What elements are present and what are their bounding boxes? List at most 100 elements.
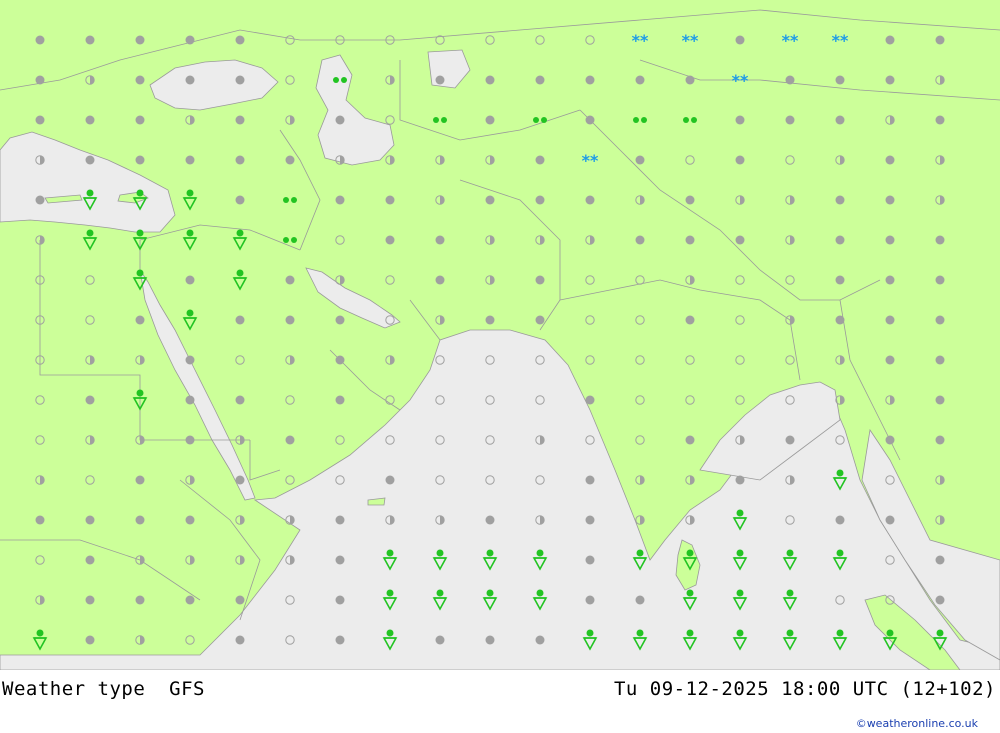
overcast-symbol — [885, 315, 895, 325]
overcast-symbol — [335, 595, 345, 605]
overcast-symbol — [885, 355, 895, 365]
overcast-symbol — [335, 555, 345, 565]
rain-symbol — [291, 237, 297, 243]
rain-symbol — [691, 117, 697, 123]
overcast-symbol — [835, 315, 845, 325]
weather-map: ** ** ** ** ** ** — [0, 0, 1000, 670]
overcast-symbol — [885, 75, 895, 85]
overcast-symbol — [235, 75, 245, 85]
rain-symbol — [683, 117, 689, 123]
rain-symbol — [283, 197, 289, 203]
overcast-symbol — [135, 475, 145, 485]
overcast-symbol — [185, 35, 195, 45]
overcast-symbol — [185, 435, 195, 445]
overcast-symbol — [935, 115, 945, 125]
overcast-symbol — [685, 195, 695, 205]
overcast-symbol — [735, 475, 745, 485]
rain-symbol — [341, 77, 347, 83]
overcast-symbol — [785, 75, 795, 85]
overcast-symbol — [535, 315, 545, 325]
overcast-symbol — [235, 155, 245, 165]
overcast-symbol — [385, 195, 395, 205]
overcast-symbol — [385, 235, 395, 245]
snow-symbol: ** — [782, 31, 799, 50]
overcast-symbol — [235, 115, 245, 125]
overcast-symbol — [635, 75, 645, 85]
overcast-symbol — [735, 155, 745, 165]
overcast-symbol — [235, 635, 245, 645]
overcast-symbol — [535, 275, 545, 285]
overcast-symbol — [435, 75, 445, 85]
product-label: Weather type — [2, 678, 146, 700]
overcast-symbol — [85, 115, 95, 125]
snow-symbol: ** — [682, 31, 699, 50]
overcast-symbol — [135, 75, 145, 85]
overcast-symbol — [835, 75, 845, 85]
snow-symbol: ** — [632, 31, 649, 50]
overcast-symbol — [735, 115, 745, 125]
overcast-symbol — [585, 195, 595, 205]
overcast-symbol — [935, 435, 945, 445]
overcast-symbol — [85, 395, 95, 405]
overcast-symbol — [585, 475, 595, 485]
overcast-symbol — [885, 35, 895, 45]
overcast-symbol — [585, 115, 595, 125]
overcast-symbol — [135, 315, 145, 325]
rain-symbol — [283, 237, 289, 243]
overcast-symbol — [535, 155, 545, 165]
overcast-symbol — [185, 595, 195, 605]
credit-link[interactable]: ©weatheronline.co.uk — [856, 717, 978, 730]
overcast-symbol — [485, 75, 495, 85]
overcast-symbol — [935, 235, 945, 245]
rain-symbol — [633, 117, 639, 123]
overcast-symbol — [885, 435, 895, 445]
rain-symbol — [433, 117, 439, 123]
overcast-symbol — [835, 515, 845, 525]
overcast-symbol — [735, 235, 745, 245]
overcast-symbol — [335, 355, 345, 365]
rain-symbol — [333, 77, 339, 83]
overcast-symbol — [685, 235, 695, 245]
overcast-symbol — [735, 35, 745, 45]
overcast-symbol — [435, 635, 445, 645]
overcast-symbol — [35, 75, 45, 85]
overcast-symbol — [85, 595, 95, 605]
overcast-symbol — [135, 595, 145, 605]
overcast-symbol — [235, 395, 245, 405]
overcast-symbol — [185, 275, 195, 285]
overcast-symbol — [685, 435, 695, 445]
overcast-symbol — [185, 155, 195, 165]
overcast-symbol — [385, 475, 395, 485]
rain-symbol — [541, 117, 547, 123]
overcast-symbol — [635, 595, 645, 605]
overcast-symbol — [235, 35, 245, 45]
overcast-symbol — [685, 75, 695, 85]
overcast-symbol — [585, 555, 595, 565]
overcast-symbol — [335, 395, 345, 405]
overcast-symbol — [635, 155, 645, 165]
overcast-symbol — [885, 195, 895, 205]
rain-symbol — [441, 117, 447, 123]
overcast-symbol — [335, 515, 345, 525]
overcast-symbol — [185, 515, 195, 525]
overcast-symbol — [85, 555, 95, 565]
overcast-symbol — [185, 395, 195, 405]
overcast-symbol — [835, 235, 845, 245]
map-canvas: ** ** ** ** ** ** — [0, 0, 1000, 670]
overcast-symbol — [785, 435, 795, 445]
overcast-symbol — [485, 515, 495, 525]
overcast-symbol — [485, 115, 495, 125]
overcast-symbol — [235, 595, 245, 605]
rain-symbol — [641, 117, 647, 123]
overcast-symbol — [585, 75, 595, 85]
overcast-symbol — [135, 115, 145, 125]
overcast-symbol — [835, 195, 845, 205]
overcast-symbol — [885, 275, 895, 285]
overcast-symbol — [135, 35, 145, 45]
overcast-symbol — [85, 35, 95, 45]
overcast-symbol — [935, 395, 945, 405]
overcast-symbol — [285, 315, 295, 325]
map-title: Weather type GFS — [2, 678, 205, 700]
overcast-symbol — [535, 635, 545, 645]
overcast-symbol — [885, 155, 895, 165]
